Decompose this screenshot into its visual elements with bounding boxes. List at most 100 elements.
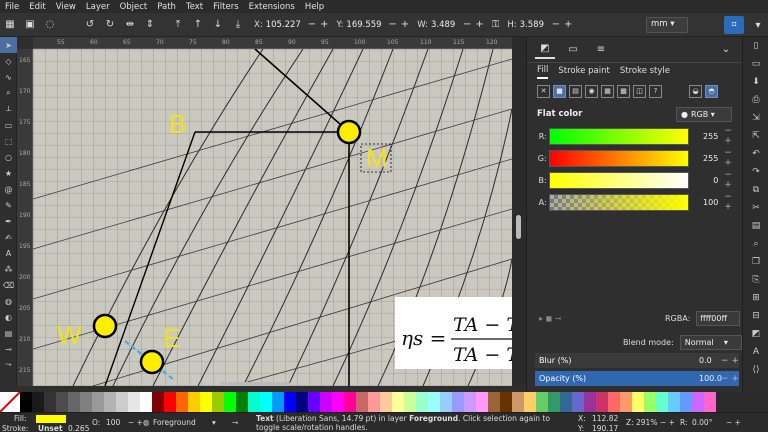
h-minus-icon[interactable]: −	[552, 19, 560, 30]
rotation-stepper-icon[interactable]: − +	[726, 418, 741, 427]
layer-lock-icon[interactable]: ⊸	[232, 418, 238, 427]
unit-select[interactable]: mm ▾	[646, 17, 688, 33]
palette-swatch[interactable]	[488, 392, 500, 412]
palette-swatch[interactable]	[668, 392, 680, 412]
palette-swatch[interactable]	[20, 392, 32, 412]
palette-swatch[interactable]	[368, 392, 380, 412]
palette-swatch[interactable]	[452, 392, 464, 412]
palette-swatch[interactable]	[200, 392, 212, 412]
palette-swatch[interactable]	[92, 392, 104, 412]
xml-editor-icon[interactable]: ⟨⟩	[743, 361, 768, 379]
palette-swatch[interactable]	[656, 392, 668, 412]
x-field[interactable]: 105.227	[266, 20, 306, 30]
blur-value[interactable]: 0.0	[699, 356, 712, 365]
tab-stroke-paint[interactable]: Stroke paint	[558, 66, 609, 78]
palette-swatch[interactable]	[80, 392, 92, 412]
g-stepper-icon[interactable]: − +	[724, 148, 742, 168]
scroll-thumb[interactable]	[516, 215, 521, 239]
g-value[interactable]: 255	[693, 154, 718, 163]
w-minus-icon[interactable]: −	[463, 19, 471, 30]
snap-toggle-icon[interactable]: ⌗	[724, 16, 744, 34]
palette-swatch[interactable]	[428, 392, 440, 412]
y-plus-icon[interactable]: +	[401, 19, 409, 30]
r-stepper-icon[interactable]: − +	[724, 126, 742, 146]
save-icon[interactable]: ⬇	[743, 73, 768, 91]
b-stepper-icon[interactable]: − +	[724, 170, 742, 190]
swatch-icon[interactable]: ◫	[633, 84, 646, 98]
b-slider[interactable]	[548, 171, 689, 189]
mesh-tool-icon[interactable]: ▤	[0, 325, 17, 341]
palette-swatch[interactable]	[236, 392, 248, 412]
y-field[interactable]: 169.559	[346, 20, 386, 30]
deselect-icon[interactable]: ◌	[42, 17, 58, 33]
tweak-tool-icon[interactable]: ∿	[0, 69, 17, 85]
palette-swatch[interactable]	[560, 392, 572, 412]
flat-color-icon[interactable]: ■	[553, 84, 566, 98]
horizontal-scrollbar[interactable]	[220, 382, 290, 386]
lower-to-bottom-icon[interactable]: ⤓	[230, 17, 246, 33]
pencil-tool-icon[interactable]: ✎	[0, 197, 17, 213]
stroke-width-value[interactable]: 0.265	[68, 424, 89, 432]
palette-swatch[interactable]	[224, 392, 236, 412]
tab-stroke-style[interactable]: Stroke style	[620, 66, 670, 78]
r-slider[interactable]	[548, 127, 689, 145]
fill-indicator-swatch[interactable]	[36, 415, 66, 423]
blur-slider[interactable]: Blur (%) 0.0 − +	[535, 353, 739, 368]
lower-icon[interactable]: ↓	[210, 17, 226, 33]
selector-tool-icon[interactable]: ➤	[0, 37, 17, 53]
palette-swatch[interactable]	[344, 392, 356, 412]
palette-swatch[interactable]	[272, 392, 284, 412]
palette-swatch[interactable]	[416, 392, 428, 412]
spiral-tool-icon[interactable]: @	[0, 181, 17, 197]
w-field[interactable]: 3.489	[431, 20, 461, 30]
palette-swatch[interactable]	[704, 392, 716, 412]
vertical-scrollbar[interactable]	[512, 37, 526, 386]
opacity-stepper-status-icon[interactable]: − +	[128, 418, 143, 427]
palette-swatch[interactable]	[248, 392, 260, 412]
palette-swatch[interactable]	[464, 392, 476, 412]
menu-file[interactable]: File	[0, 2, 24, 12]
palette-swatch[interactable]	[296, 392, 308, 412]
rgba-field[interactable]: ffff00ff	[696, 310, 741, 326]
palette-swatch[interactable]	[44, 392, 56, 412]
export-icon[interactable]: ⇱	[743, 127, 768, 145]
new-document-icon[interactable]: ▯	[743, 37, 768, 55]
palette-swatch[interactable]	[584, 392, 596, 412]
palette-swatch[interactable]	[440, 392, 452, 412]
zoom-stepper-icon[interactable]: − +	[660, 418, 675, 427]
box3d-tool-icon[interactable]: ⬚	[0, 133, 17, 149]
blend-mode-select[interactable]: Normal ▾	[679, 334, 742, 350]
layer-visibility-icon[interactable]: ◍	[143, 418, 150, 427]
redo-icon[interactable]: ↷	[743, 163, 768, 181]
palette-swatch[interactable]	[392, 392, 404, 412]
star-tool-icon[interactable]: ★	[0, 165, 17, 181]
x-plus-icon[interactable]: +	[320, 19, 328, 30]
rotate-ccw-icon[interactable]: ↺	[82, 17, 98, 33]
palette-swatch[interactable]	[548, 392, 560, 412]
spray-tool-icon[interactable]: ⁂	[0, 261, 17, 277]
palette-swatch[interactable]	[212, 392, 224, 412]
no-paint-icon[interactable]: ✕	[537, 84, 550, 98]
flip-horizontal-icon[interactable]: ⇹	[122, 17, 138, 33]
b-value[interactable]: 0	[693, 176, 718, 185]
palette-swatch[interactable]	[608, 392, 620, 412]
palette-swatch[interactable]	[32, 392, 44, 412]
palette-swatch[interactable]	[620, 392, 632, 412]
raise-icon[interactable]: ↑	[190, 17, 206, 33]
rotation-field[interactable]: 0.00°	[692, 418, 712, 427]
menu-path[interactable]: Path	[152, 2, 181, 12]
palette-swatch[interactable]	[140, 392, 152, 412]
opacity-value[interactable]: 100.0	[699, 374, 722, 383]
opacity-stepper-icon[interactable]: − +	[721, 374, 739, 384]
palette-swatch[interactable]	[404, 392, 416, 412]
a-value[interactable]: 100	[693, 198, 718, 207]
palette-swatch[interactable]	[644, 392, 656, 412]
palette-swatch[interactable]	[512, 392, 524, 412]
palette-swatch[interactable]	[308, 392, 320, 412]
menu-help[interactable]: Help	[300, 2, 329, 12]
palette-swatch[interactable]	[680, 392, 692, 412]
menu-filters[interactable]: Filters	[208, 2, 243, 12]
h-plus-icon[interactable]: +	[564, 19, 572, 30]
x-minus-icon[interactable]: −	[308, 19, 316, 30]
snap-dropdown-icon[interactable]: ▾	[750, 17, 766, 33]
